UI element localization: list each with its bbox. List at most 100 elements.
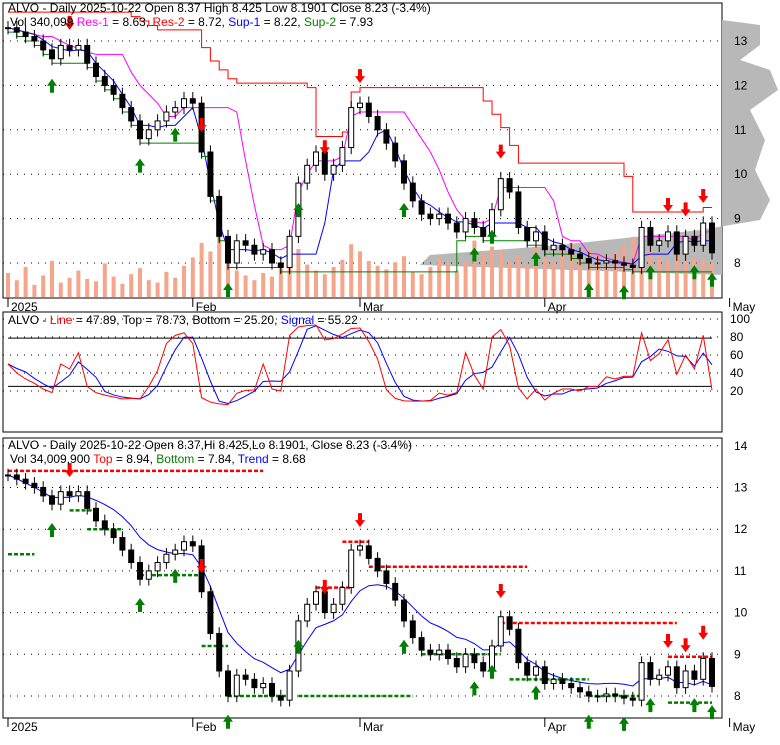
- candle-down: [691, 670, 698, 680]
- volume-bar: [94, 281, 98, 297]
- oscillator-panel-frame: [2, 311, 723, 433]
- volume-bar: [129, 274, 134, 297]
- candle-down: [418, 200, 425, 215]
- volume-bar: [481, 253, 486, 297]
- sup1-line: [7, 27, 712, 265]
- candle-down: [621, 262, 627, 266]
- volume-bar: [305, 264, 310, 297]
- month-label: Feb: [196, 720, 217, 734]
- volume-bar: [701, 259, 706, 297]
- candle-down: [40, 487, 47, 497]
- up-arrow-icon: [707, 272, 717, 287]
- osc-signal-value: = 55.22: [314, 313, 358, 327]
- down-arrow-icon: [495, 144, 506, 159]
- candle-up: [233, 240, 240, 264]
- volume-bar: [525, 264, 530, 297]
- down-arrow-icon: [355, 513, 365, 528]
- y-tick-label: 10: [734, 606, 748, 620]
- candle-down: [383, 570, 390, 584]
- y-tick-label: 13: [734, 34, 748, 48]
- candle-up: [638, 226, 645, 268]
- candle-down: [119, 537, 126, 551]
- down-arrow-icon: [698, 625, 709, 640]
- candle-down: [269, 682, 275, 697]
- down-arrow-icon: [680, 638, 691, 653]
- candle-down: [559, 244, 566, 251]
- candle-down: [101, 520, 108, 530]
- candle-down: [418, 637, 425, 651]
- volume-bar: [208, 251, 213, 297]
- candle-down: [392, 142, 399, 162]
- candle-up: [172, 107, 179, 113]
- panel3-title: ALVO - Daily 2025-10-22 Open 8.37,Hi 8.4…: [8, 438, 412, 452]
- candle-up: [656, 240, 663, 246]
- candle-down: [409, 620, 416, 639]
- candle-down: [277, 695, 284, 701]
- bottom-label: Bottom: [156, 452, 194, 466]
- stock-chart: 131211109820252025FebFebMarMarAprAprMayM…: [2, 1, 778, 734]
- candle-up: [233, 674, 240, 697]
- up-arrow-icon: [645, 698, 656, 713]
- candle-up: [357, 545, 363, 551]
- candle-down: [577, 687, 583, 693]
- up-arrow-icon: [619, 285, 629, 300]
- panel3-legend: Vol 34,009,900 Top = 8.94, Bottom = 7.84…: [10, 452, 306, 466]
- volume-bar: [498, 250, 503, 297]
- candle-up: [163, 111, 170, 122]
- candle-up: [603, 693, 610, 697]
- down-arrow-icon: [319, 579, 330, 594]
- candle-down: [49, 495, 55, 505]
- volume-bar: [578, 259, 582, 297]
- volume-bar: [243, 275, 248, 297]
- volume-bar: [507, 261, 512, 297]
- candle-down: [471, 653, 478, 664]
- candle-down: [242, 240, 249, 246]
- candle-down: [207, 151, 214, 197]
- candle-down: [621, 695, 627, 699]
- bottom-value: = 7.84,: [194, 452, 237, 466]
- candle-down: [66, 44, 73, 51]
- sup1-value: = 8.22,: [260, 15, 300, 29]
- volume-bar: [516, 255, 521, 297]
- candle-down: [383, 129, 390, 144]
- volume-bar: [67, 277, 72, 297]
- candle-down: [673, 231, 680, 255]
- candle-up: [75, 491, 82, 497]
- res1-value: = 8.63,: [109, 15, 149, 29]
- candle-down: [365, 545, 372, 559]
- volume-bar: [199, 243, 204, 297]
- candle-down: [31, 36, 38, 42]
- candle-up: [700, 657, 707, 680]
- volume-bar: [173, 277, 178, 297]
- y-tick-label: 9: [734, 647, 741, 661]
- candle-up: [145, 570, 152, 580]
- candle-down: [40, 40, 47, 51]
- candle-up: [436, 213, 443, 220]
- panel1-legend: Vol 340,099 Res-1 = 8.63, Res-2 = 8.72, …: [10, 15, 373, 29]
- candle-down: [524, 662, 531, 676]
- y-tick-label: 11: [734, 564, 747, 578]
- candle-up: [260, 682, 267, 689]
- y-tick-label: 100: [730, 312, 750, 326]
- candle-down: [427, 649, 434, 655]
- candle-up: [313, 151, 319, 166]
- candle-down: [445, 213, 451, 224]
- osc-signal-label: Signal: [281, 313, 314, 327]
- candle-down: [374, 557, 381, 572]
- candle-down: [93, 62, 99, 78]
- sup2-label: Sup-2: [304, 15, 336, 29]
- y-tick-label: 12: [734, 522, 748, 536]
- volume-bar: [560, 251, 565, 297]
- candle-down: [189, 98, 196, 104]
- candle-down: [480, 662, 487, 672]
- down-arrow-icon: [680, 202, 691, 217]
- candle-down: [101, 76, 108, 86]
- candle-up: [603, 260, 610, 264]
- candle-up: [550, 244, 557, 251]
- candle-up: [638, 662, 645, 701]
- candle-down: [137, 562, 143, 580]
- oscillator-panel: 100 80 60 40 20: [2, 311, 750, 433]
- candle-down: [541, 666, 548, 684]
- volume-bar: [296, 249, 301, 297]
- sup2-line: [8, 31, 712, 273]
